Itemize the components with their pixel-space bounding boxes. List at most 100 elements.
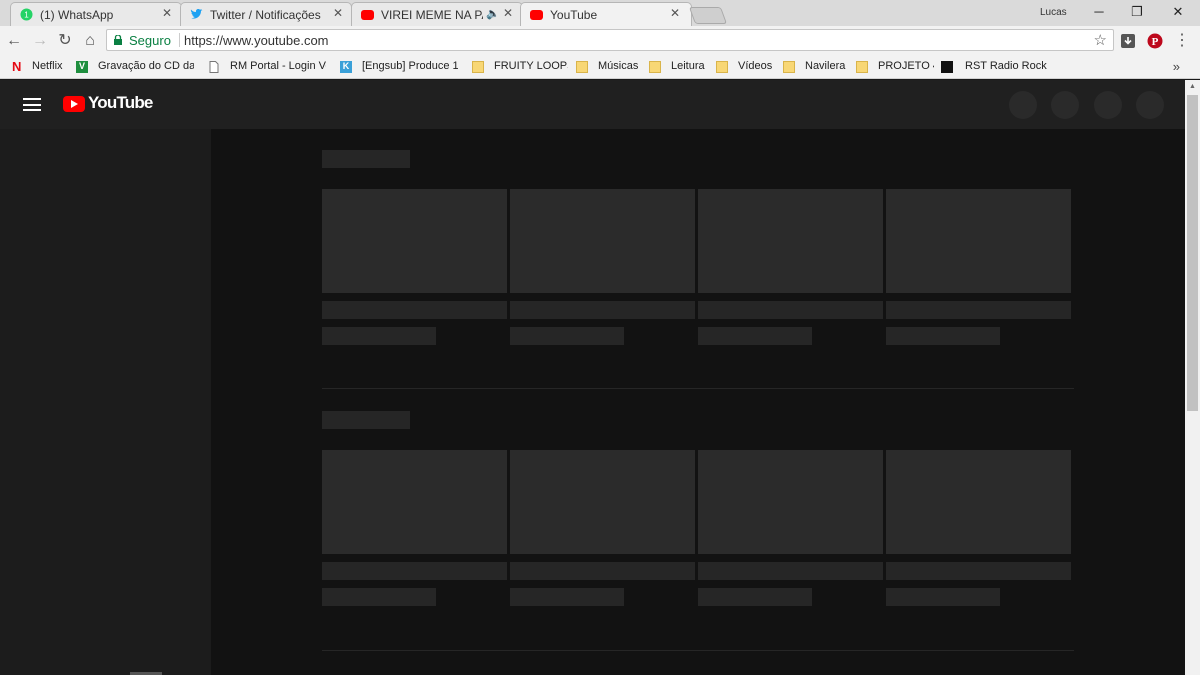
video-title-skeleton [322,562,507,580]
menu-icon[interactable]: ⋮ [1172,31,1192,51]
section-divider [322,650,1074,651]
close-window-icon[interactable]: ✕ [1167,3,1189,21]
vertical-scrollbar[interactable]: ▲ [1185,80,1200,675]
close-icon[interactable]: ✕ [161,7,173,19]
bookmarks-overflow-button[interactable]: » [1173,59,1180,74]
svg-text:1: 1 [24,11,29,20]
minimize-icon[interactable]: ─ [1088,3,1110,21]
bookmark-gravacao[interactable]: V Gravação do CD da [76,60,194,75]
header-placeholder-button[interactable] [1051,91,1079,119]
video-title-skeleton [510,562,695,580]
download-extension-icon[interactable] [1120,33,1136,49]
video-title-skeleton [510,301,695,319]
video-thumbnail-skeleton[interactable] [322,450,507,554]
lock-icon [114,35,122,45]
folder-icon [783,61,795,73]
home-icon[interactable]: ⌂ [80,31,100,51]
tab-title: Twitter / Notificações [210,8,321,22]
header-placeholder-button[interactable] [1136,91,1164,119]
video-thumbnail-skeleton[interactable] [886,450,1071,554]
header-placeholder-button[interactable] [1094,91,1122,119]
netflix-icon: N [12,60,22,74]
tab-title: VIREI MEME NA PARA [381,8,483,22]
video-title-skeleton [322,301,507,319]
youtube-header: YouTube [0,80,1185,129]
tab-title: YouTube [550,8,598,22]
video-thumbnail-skeleton[interactable] [698,189,883,293]
video-thumbnail-skeleton[interactable] [510,189,695,293]
video-title-skeleton [886,301,1071,319]
twitter-icon [190,8,203,19]
video-meta-skeleton [886,327,1000,345]
scrollbar-thumb[interactable] [1187,95,1198,411]
bookmark-leitura[interactable]: Leitura [649,60,709,75]
scroll-up-icon[interactable]: ▲ [1188,83,1197,91]
bookmark-rst-radio-rock[interactable]: RST Radio Rock [941,60,1047,75]
bookmark-musicas[interactable]: Músicas [576,60,642,75]
secure-label: Seguro [129,33,171,48]
folder-icon [649,61,661,73]
folder-icon [716,61,728,73]
youtube-logo-text[interactable]: YouTube [88,93,153,113]
video-meta-skeleton [886,588,1000,606]
section-divider [322,388,1074,389]
bookmark-fruity-loops[interactable]: FRUITY LOOPS [472,60,568,75]
youtube-sidebar [0,129,211,675]
youtube-icon [361,10,374,20]
video-thumbnail-skeleton[interactable] [698,450,883,554]
close-icon[interactable]: ✕ [332,7,344,19]
folder-icon [576,61,588,73]
close-icon[interactable]: ✕ [502,7,514,19]
tab-whatsapp[interactable]: 1 (1) WhatsApp ✕ [10,2,182,26]
tab-twitter[interactable]: Twitter / Notificações ✕ [180,2,352,26]
browser-toolbar: ← → ↻ ⌂ Seguro https://www.youtube.com ☆… [0,26,1200,56]
video-thumbnail-skeleton[interactable] [322,189,507,293]
back-icon[interactable]: ← [4,31,24,51]
v-icon: V [76,61,88,73]
svg-text:P: P [1152,36,1159,48]
video-thumbnail-skeleton[interactable] [886,189,1071,293]
address-bar[interactable]: Seguro https://www.youtube.com ☆ [106,29,1114,51]
video-title-skeleton [886,562,1071,580]
pinterest-icon[interactable]: P [1147,33,1163,49]
url-text[interactable]: https://www.youtube.com [184,33,329,48]
section-title-skeleton [322,411,410,429]
new-tab-button[interactable] [688,7,728,24]
profile-name[interactable]: Lucas [1040,7,1067,18]
hamburger-menu-icon[interactable] [23,98,41,111]
folder-icon [472,61,484,73]
reload-icon[interactable]: ↻ [55,31,75,51]
header-placeholder-button[interactable] [1009,91,1037,119]
omnibox-separator [179,33,180,47]
restore-icon[interactable]: ❐ [1126,3,1148,21]
section-title-skeleton [322,150,410,168]
whatsapp-icon: 1 [20,8,33,21]
tab-title: (1) WhatsApp [40,8,114,22]
bookmark-rm-portal[interactable]: RM Portal - Login Ve [208,60,326,75]
video-meta-skeleton [322,327,436,345]
video-meta-skeleton [698,327,812,345]
rst-icon [941,61,953,73]
bookmark-engsub[interactable]: K [Engsub] Produce 10 [340,60,458,75]
bookmark-videos[interactable]: Vídeos [716,60,776,75]
tab-strip: 1 (1) WhatsApp ✕ Twitter / Notificações … [0,0,1200,27]
bookmark-netflix[interactable]: N Netflix [10,60,70,75]
bookmark-projeto-4[interactable]: PROJETO 4 [856,60,934,75]
video-title-skeleton [698,562,883,580]
video-meta-skeleton [510,327,624,345]
page-icon [209,61,219,73]
bookmark-navilera[interactable]: Navilera [783,60,849,75]
video-title-skeleton [698,301,883,319]
tab-youtube[interactable]: YouTube ✕ [520,2,692,27]
close-icon[interactable]: ✕ [669,7,681,19]
forward-icon[interactable]: → [30,31,50,51]
video-thumbnail-skeleton[interactable] [510,450,695,554]
youtube-logo-icon[interactable] [63,96,85,112]
bookmark-star-icon[interactable]: ☆ [1094,31,1107,49]
video-meta-skeleton [322,588,436,606]
folder-icon [856,61,868,73]
speaker-icon[interactable]: 🔈 [486,7,500,20]
tab-youtube-video[interactable]: VIREI MEME NA PARA 🔈 ✕ [351,2,523,26]
youtube-icon [530,10,543,20]
video-meta-skeleton [698,588,812,606]
